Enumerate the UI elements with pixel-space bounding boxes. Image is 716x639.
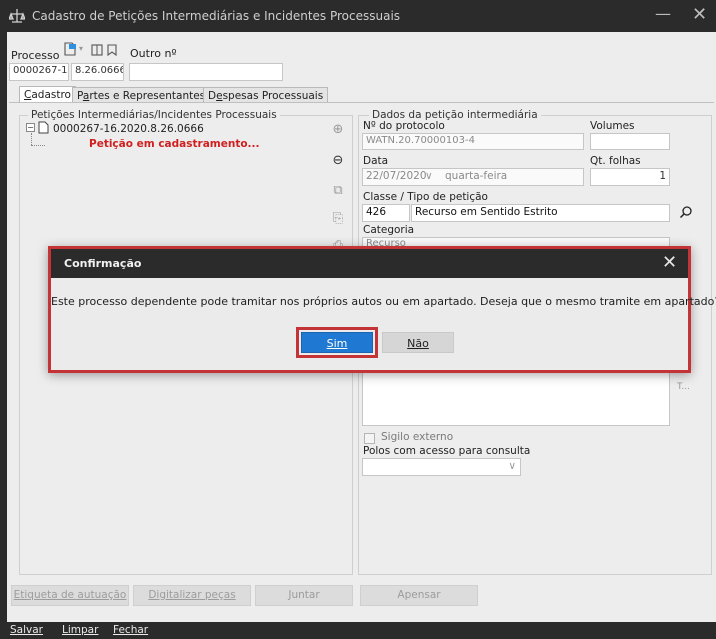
sim-button[interactable]: Sim — [301, 332, 373, 353]
processo-foro-field[interactable]: 8.26.0666 — [71, 63, 124, 81]
sigilo-label: Sigilo externo — [381, 431, 454, 443]
polos-label: Polos com acesso para consulta — [363, 445, 531, 457]
sigilo-checkbox[interactable] — [364, 433, 375, 444]
classe-code-field[interactable]: 426 — [362, 204, 410, 222]
limpar-link[interactable]: Limpar — [62, 624, 98, 636]
chevron-down-icon: ▾ — [79, 44, 84, 53]
dia-semana: quarta-feira — [445, 170, 508, 182]
volumes-label: Volumes — [590, 120, 635, 132]
fechar-link[interactable]: Fechar — [113, 624, 148, 636]
protocolo-field[interactable]: WATN.20.70000103-4 — [362, 133, 584, 150]
dialog-title: Confirmação — [64, 257, 142, 270]
document-refresh-icon[interactable] — [63, 42, 77, 56]
categoria-label: Categoria — [363, 224, 415, 236]
processo-numero-field[interactable]: 0000267-16.2020 — [9, 63, 69, 81]
minimize-button[interactable]: — — [655, 4, 671, 23]
tab-cadastro[interactable]: Cadastro — [19, 86, 76, 102]
calendar-chevron-icon[interactable]: ∨ — [425, 170, 433, 182]
close-window-button[interactable]: ✕ — [692, 4, 707, 25]
scales-icon — [9, 9, 25, 23]
copy-document-icon[interactable]: ⧉ — [329, 182, 347, 200]
tree-line — [31, 145, 45, 146]
nao-button[interactable]: Não — [382, 332, 454, 353]
data-label: Data — [363, 155, 389, 167]
book-icon[interactable] — [91, 44, 103, 56]
apensar-button[interactable]: Apensar — [360, 585, 478, 606]
add-circle-icon[interactable]: ⊕ — [329, 121, 347, 139]
tab-divider — [9, 102, 714, 103]
data-field[interactable]: 22/07/2020 ∨ quarta-feira — [362, 168, 584, 186]
tree-collapse-toggle[interactable]: − — [26, 123, 35, 132]
search-icon[interactable] — [679, 205, 693, 219]
classe-label: Classe / Tipo de petição — [363, 191, 488, 203]
classe-desc-field[interactable]: Recurso em Sentido Estrito — [411, 204, 670, 222]
polos-select[interactable]: ∨ — [362, 458, 521, 476]
data-value: 22/07/2020 — [366, 170, 427, 182]
tree-child-item[interactable]: Petição em cadastramento... — [89, 138, 260, 150]
confirmation-dialog: Confirmação ✕ Este processo dependente p… — [48, 246, 716, 373]
window-title: Cadastro de Petições Intermediárias e In… — [32, 9, 401, 23]
dialog-close-icon[interactable]: ✕ — [662, 252, 677, 273]
remove-circle-icon[interactable]: ⊖ — [329, 152, 347, 170]
outro-numero-field[interactable] — [129, 63, 283, 81]
salvar-link[interactable]: Salvar — [10, 624, 43, 636]
qt-folhas-field[interactable]: 1 — [590, 168, 670, 186]
tree-line — [31, 133, 32, 145]
chevron-down-icon: ∨ — [508, 460, 516, 472]
digitalizar-pecas-button[interactable]: Digitalizar peças — [133, 585, 251, 606]
dialog-message: Este processo dependente pode tramitar n… — [51, 295, 716, 308]
descricao-textarea[interactable] — [362, 368, 670, 426]
volumes-field[interactable] — [590, 133, 670, 150]
document-icon — [38, 121, 49, 134]
outro-numero-label: Outro nº — [130, 47, 177, 60]
dialog-titlebar — [51, 249, 688, 278]
etiqueta-autuacao-button[interactable]: Etiqueta de autuação — [11, 585, 129, 606]
bottom-action-bar: Salvar Limpar Fechar — [7, 622, 716, 639]
search-document-icon[interactable]: ⎘ — [329, 210, 347, 228]
window-titlebar: Cadastro de Petições Intermediárias e In… — [0, 0, 716, 32]
qt-folhas-label: Qt. folhas — [590, 155, 641, 167]
tree-root-item[interactable]: 0000267-16.2020.8.26.0666 — [53, 123, 204, 135]
peticoes-group-title: Petições Intermediárias/Incidentes Proce… — [28, 109, 280, 121]
tab-despesas-processuais[interactable]: Despesas Processuais — [203, 87, 329, 102]
bookmark-icon[interactable] — [106, 44, 118, 56]
protocolo-label: Nº do protocolo — [363, 120, 445, 132]
juntar-button[interactable]: Juntar — [255, 585, 353, 606]
tab-partes-representantes[interactable]: Partes e Representantes — [72, 87, 211, 102]
processo-label: Processo — [11, 49, 60, 62]
textarea-hint: T... — [677, 382, 691, 392]
